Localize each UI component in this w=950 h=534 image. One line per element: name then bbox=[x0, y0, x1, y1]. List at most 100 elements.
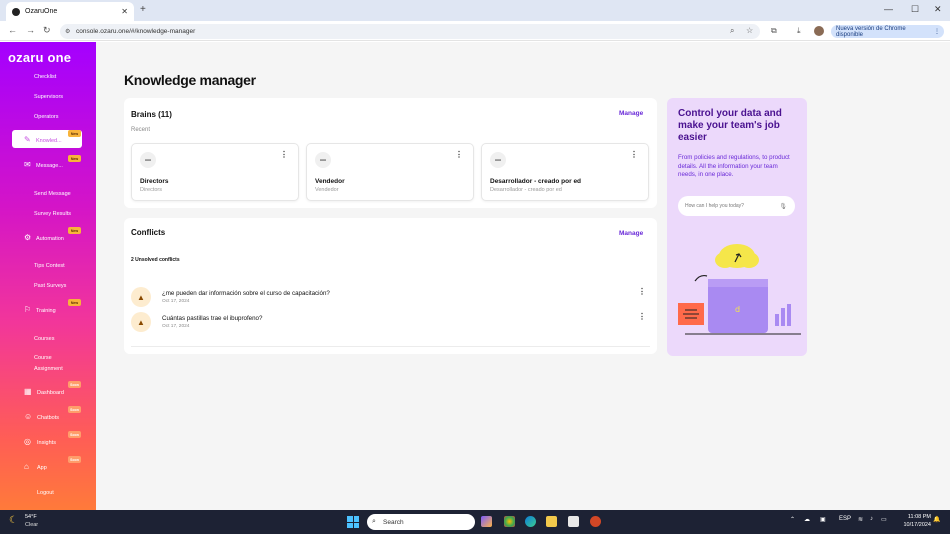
sidebar-item-automation[interactable]: Automation bbox=[36, 236, 64, 242]
chrome-icon[interactable] bbox=[504, 516, 515, 527]
sidebar-item-courses[interactable]: Courses bbox=[34, 336, 54, 342]
tray-app-icon[interactable]: ▣ bbox=[820, 516, 826, 523]
bookmark-star-icon[interactable]: ☆ bbox=[746, 26, 753, 35]
clock-time[interactable]: 11:08 PM bbox=[903, 514, 931, 520]
powerpoint-icon[interactable] bbox=[590, 516, 601, 527]
sidebar-item-app[interactable]: App bbox=[37, 465, 47, 471]
sidebar-item-training[interactable]: Training bbox=[36, 308, 56, 314]
brain-name: Vendedor bbox=[315, 178, 345, 185]
promo-chat-input[interactable]: How can I help you today? 🎙 bbox=[678, 196, 795, 216]
sidebar-item-operators[interactable]: Operators bbox=[34, 114, 58, 120]
promo-illustration: d bbox=[678, 244, 801, 335]
more-options-icon[interactable]: ⋮ bbox=[638, 312, 646, 321]
brains-manage-link[interactable]: Manage bbox=[619, 110, 643, 117]
menu-dots-icon[interactable]: ⋮ bbox=[934, 28, 940, 35]
weather-condition: Clear bbox=[25, 522, 39, 528]
download-icon[interactable]: ⤓ bbox=[797, 26, 801, 36]
more-options-icon[interactable]: ⋮ bbox=[455, 150, 463, 159]
divider bbox=[131, 346, 650, 347]
microphone-icon[interactable]: 🎙 bbox=[779, 203, 787, 210]
promo-description: From policies and regulations, to produc… bbox=[678, 154, 790, 178]
brain-subtitle: Directors bbox=[140, 187, 163, 193]
conflict-date: Oct 17, 2024 bbox=[162, 324, 190, 329]
conflict-row[interactable]: ▲ Cuántas pastillas trae el ibuprofeno? … bbox=[131, 312, 650, 334]
back-icon[interactable]: ← bbox=[8, 25, 17, 35]
profile-avatar[interactable] bbox=[814, 26, 824, 36]
site-favicon-icon bbox=[12, 7, 20, 16]
reload-icon[interactable]: ↻ bbox=[43, 25, 51, 36]
sidebar: ozaru one Checklist Supervisors Operator… bbox=[0, 42, 96, 510]
windows-start-icon[interactable] bbox=[347, 516, 359, 528]
sidebar-item-send-message[interactable]: Send Message bbox=[34, 191, 71, 197]
chrome-update-button[interactable]: Nueva versión de Chrome disponible ⋮ bbox=[831, 25, 944, 38]
language-indicator[interactable]: ESP bbox=[839, 516, 851, 522]
notification-bell-icon[interactable]: 🔔 bbox=[933, 516, 940, 523]
brains-title: Brains (11) bbox=[131, 110, 172, 119]
dashboard-icon: ▦ bbox=[24, 387, 32, 396]
sidebar-item-course[interactable]: Course bbox=[34, 355, 52, 361]
brain-card-directors[interactable]: ▬ ⋮ Directors Directors bbox=[131, 143, 299, 201]
brain-card-vendedor[interactable]: ▬ ⋮ Vendedor Vendedor bbox=[306, 143, 474, 201]
unsolved-count: 2 Unsolved conflicts bbox=[131, 257, 180, 263]
sidebar-item-assignment[interactable]: Assignment bbox=[34, 366, 63, 372]
sidebar-item-survey-results[interactable]: Survey Results bbox=[34, 211, 71, 217]
sidebar-item-dashboard[interactable]: Dashboard bbox=[37, 390, 64, 396]
copilot-icon[interactable] bbox=[481, 516, 492, 527]
sidebar-item-logout[interactable]: Logout bbox=[37, 490, 54, 496]
svg-text:d: d bbox=[735, 305, 740, 314]
browser-tab[interactable]: OzaruOne ✕ bbox=[6, 2, 134, 21]
forward-icon[interactable]: → bbox=[26, 25, 35, 35]
automation-icon: ⚙ bbox=[24, 233, 32, 242]
store-icon[interactable] bbox=[568, 516, 579, 527]
folder-icon: ▬ bbox=[140, 152, 156, 168]
windows-taskbar: ☾ 54°F Clear ⌕ Search ⌃ ☁ ▣ ESP ≋ ♪ ▭ 11… bbox=[0, 510, 950, 534]
new-badge: New bbox=[68, 155, 81, 162]
sidebar-item-knowledge[interactable]: Knowled... bbox=[36, 138, 62, 144]
maximize-icon[interactable]: ☐ bbox=[911, 4, 919, 15]
sidebar-item-message[interactable]: Message... bbox=[36, 163, 63, 169]
recent-label: Recent bbox=[131, 127, 151, 133]
soon-badge: Soon bbox=[68, 456, 81, 463]
tray-chevron-icon[interactable]: ⌃ bbox=[790, 516, 795, 523]
clock-date[interactable]: 10/17/2024 bbox=[896, 522, 931, 528]
taskbar-search-label: Search bbox=[383, 518, 404, 526]
brain-card-desarrollador[interactable]: ▬ ⋮ Desarrollador - creado por ed Desarr… bbox=[481, 143, 649, 201]
more-options-icon[interactable]: ⋮ bbox=[630, 150, 638, 159]
more-options-icon[interactable]: ⋮ bbox=[638, 287, 646, 296]
extensions-icon[interactable]: ⧉ bbox=[771, 26, 777, 36]
file-explorer-icon[interactable] bbox=[546, 516, 557, 527]
training-icon: ⚐ bbox=[24, 305, 32, 314]
sidebar-item-supervisors[interactable]: Supervisors bbox=[34, 94, 63, 100]
chatbot-icon: ☺ bbox=[24, 412, 33, 421]
weather-temperature[interactable]: 54°F bbox=[25, 514, 37, 520]
sidebar-item-chatbots[interactable]: Chatbots bbox=[37, 415, 59, 421]
more-options-icon[interactable]: ⋮ bbox=[280, 150, 288, 159]
taskbar-search[interactable]: ⌕ Search bbox=[367, 514, 475, 530]
conflicts-manage-link[interactable]: Manage bbox=[619, 230, 643, 237]
wifi-icon[interactable]: ≋ bbox=[858, 516, 863, 523]
sidebar-item-insights[interactable]: Insights bbox=[37, 440, 56, 446]
close-tab-icon[interactable]: ✕ bbox=[121, 7, 128, 16]
minimize-icon[interactable]: — bbox=[884, 4, 893, 14]
sidebar-item-tips-contest[interactable]: Tips Contest bbox=[34, 263, 65, 269]
brain-name: Desarrollador - creado por ed bbox=[490, 178, 582, 185]
new-tab-icon[interactable]: + bbox=[140, 4, 146, 15]
warning-icon: ▲ bbox=[131, 312, 151, 332]
app-logo[interactable]: ozaru one bbox=[8, 50, 71, 65]
promo-title: Control your data and make your team's j… bbox=[678, 108, 782, 143]
soon-badge: Soon bbox=[68, 431, 81, 438]
site-info-icon[interactable]: ⚙ bbox=[65, 28, 70, 35]
sidebar-item-past-surveys[interactable]: Past Surveys bbox=[34, 283, 66, 289]
message-icon: ✉ bbox=[24, 160, 31, 169]
zoom-icon[interactable]: ⌕ bbox=[730, 26, 734, 36]
edge-icon[interactable] bbox=[525, 516, 536, 527]
battery-icon[interactable]: ▭ bbox=[881, 516, 887, 523]
url-bar[interactable]: ⚙ console.ozaru.one/#/knowledge-manager bbox=[60, 24, 760, 39]
conflict-row[interactable]: ▲ ¿me pueden dar información sobre el cu… bbox=[131, 287, 650, 309]
sidebar-item-checklist[interactable]: Checklist bbox=[34, 74, 56, 80]
soon-badge: Soon bbox=[68, 406, 81, 413]
close-window-icon[interactable]: ✕ bbox=[934, 4, 942, 15]
tray-cloud-icon[interactable]: ☁ bbox=[804, 516, 810, 523]
folder-icon: ▬ bbox=[490, 152, 506, 168]
volume-icon[interactable]: ♪ bbox=[870, 516, 873, 522]
